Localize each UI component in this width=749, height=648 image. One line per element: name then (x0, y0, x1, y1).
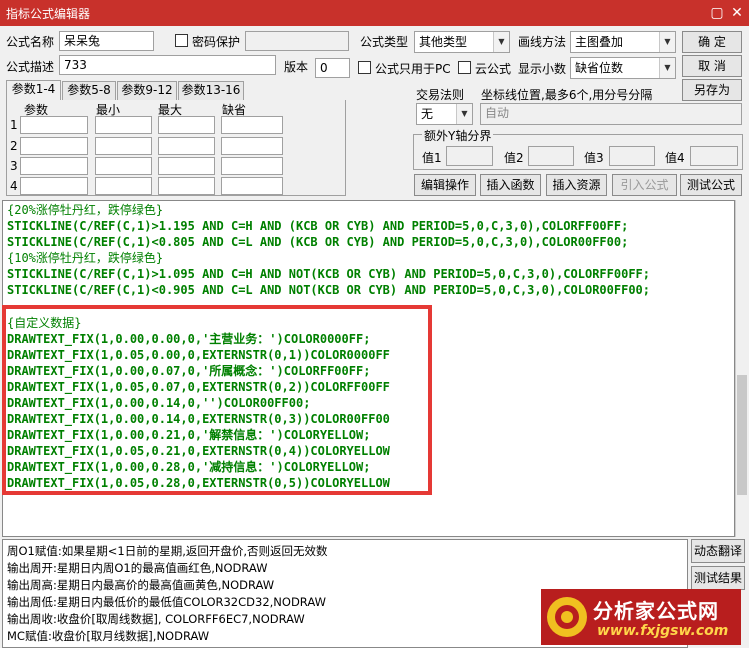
code-line: STICKLINE(C/REF(C,1)>1.095 AND C=H AND N… (7, 267, 650, 281)
chevron-down-icon: ▼ (493, 32, 509, 52)
cancel-button[interactable]: 取 消 (682, 55, 742, 77)
code-line: {10%涨停牡丹红，跌停绿色} (7, 251, 164, 265)
watermark-logo: 分析家公式网 www.fxjgsw.com (541, 589, 741, 645)
edit-ops-button[interactable]: 编辑操作 (414, 174, 476, 196)
param-row-index: 1 (10, 118, 18, 132)
logo-icon (547, 597, 587, 637)
yaxis-group-title: 额外Y轴分界 (422, 127, 494, 144)
param-max-2[interactable] (158, 137, 215, 155)
yaxis-value-1[interactable] (446, 146, 493, 166)
param-min-2[interactable] (95, 137, 152, 155)
cloud-formula-label: 云公式 (475, 62, 512, 76)
import-formula-button[interactable]: 引入公式 (612, 174, 677, 196)
highlight-box (2, 305, 432, 495)
param-name-3[interactable] (20, 157, 88, 175)
param-default-1[interactable] (221, 116, 283, 134)
param-default-2[interactable] (221, 137, 283, 155)
draw-method-label: 画线方法 (518, 35, 567, 49)
yaxis-value-2[interactable] (528, 146, 574, 166)
description-line: 周O1赋值:如果星期<1日前的星期,返回开盘价,否则返回无效数 (7, 544, 328, 558)
save-as-button[interactable]: 另存为 (682, 79, 742, 101)
code-line: {20%涨停牡丹红，跌停绿色} (7, 203, 164, 217)
tab-params-9-12[interactable]: 参数9-12 (117, 81, 177, 100)
param-row-index: 3 (10, 159, 18, 173)
formula-type-label: 公式类型 (360, 35, 409, 49)
ok-button[interactable]: 确 定 (682, 31, 742, 53)
description-line: 输出周低:星期日内最低价的最低值COLOR32CD32,NODRAW (7, 595, 326, 609)
param-default-3[interactable] (221, 157, 283, 175)
yaxis-value-3[interactable] (609, 146, 655, 166)
code-line: STICKLINE(C/REF(C,1)>1.195 AND C=H AND (… (7, 219, 629, 233)
axis-position-input[interactable]: 自动 (480, 103, 742, 125)
insert-function-button[interactable]: 插入函数 (480, 174, 541, 196)
formula-type-select[interactable]: 其他类型 ▼ (414, 31, 510, 53)
test-formula-button[interactable]: 测试公式 (680, 174, 742, 196)
insert-resource-button[interactable]: 插入资源 (546, 174, 607, 196)
password-label: 密码保护 (192, 35, 241, 49)
editor-scrollbar-thumb[interactable] (737, 375, 747, 495)
chevron-down-icon: ▼ (456, 104, 472, 124)
description-line: 输出周高:星期日内最高价的最高值画黄色,NODRAW (7, 578, 275, 592)
trade-rule-select[interactable]: 无 ▼ (416, 103, 473, 125)
code-line: STICKLINE(C/REF(C,1)<0.805 AND C=L AND (… (7, 235, 629, 249)
draw-method-select[interactable]: 主图叠加 ▼ (570, 31, 676, 53)
yaxis-label-4: 值4 (665, 151, 685, 165)
code-line: STICKLINE(C/REF(C,1)<0.905 AND C=L AND N… (7, 283, 650, 297)
param-name-4[interactable] (20, 177, 88, 195)
pc-only-label: 公式只用于PC (375, 62, 451, 76)
formula-desc-label: 公式描述 (6, 60, 55, 74)
pc-only-checkbox[interactable] (358, 61, 371, 74)
trade-rule-label: 交易法则 (416, 88, 465, 102)
axis-hint-label: 坐标线位置,最多6个,用分号分隔 (481, 88, 653, 102)
watermark-url: www.fxjgsw.com (597, 623, 729, 639)
formula-name-input[interactable]: 呆呆兔 (59, 31, 154, 51)
window-title: 指标公式编辑器 (6, 7, 91, 21)
yaxis-label-2: 值2 (504, 151, 524, 165)
dynamic-translate-button[interactable]: 动态翻译 (691, 539, 745, 563)
tab-params-5-8[interactable]: 参数5-8 (62, 81, 116, 100)
yaxis-value-4[interactable] (690, 146, 738, 166)
watermark-title: 分析家公式网 (593, 599, 719, 623)
version-label: 版本 (284, 60, 309, 74)
param-row-index: 2 (10, 139, 18, 153)
param-max-1[interactable] (158, 116, 215, 134)
version-input[interactable]: 0 (315, 58, 350, 78)
tab-params-1-4[interactable]: 参数1-4 (6, 80, 61, 100)
tab-params-13-16[interactable]: 参数13-16 (178, 81, 244, 100)
param-min-1[interactable] (95, 116, 152, 134)
password-input[interactable] (245, 31, 349, 51)
param-row-index: 4 (10, 179, 18, 193)
close-icon[interactable]: ✕ (727, 3, 747, 23)
description-line: 输出周开:星期日内周O1的最高值画红色,NODRAW (7, 561, 268, 575)
password-checkbox[interactable] (175, 34, 188, 47)
description-line: MC赋值:收盘价[取月线数据],NODRAW (7, 629, 210, 643)
title-bar: 指标公式编辑器 ▢ ✕ (0, 0, 749, 26)
param-min-4[interactable] (95, 177, 152, 195)
cloud-formula-checkbox[interactable] (458, 61, 471, 74)
formula-name-label: 公式名称 (6, 35, 55, 49)
chevron-down-icon: ▼ (659, 58, 675, 78)
decimals-select[interactable]: 缺省位数 ▼ (570, 57, 676, 79)
param-max-4[interactable] (158, 177, 215, 195)
param-max-3[interactable] (158, 157, 215, 175)
test-result-button[interactable]: 测试结果 (691, 566, 745, 590)
param-default-4[interactable] (221, 177, 283, 195)
maximize-icon[interactable]: ▢ (707, 3, 727, 23)
param-min-3[interactable] (95, 157, 152, 175)
description-line: 输出周收:收盘价[取周线数据], COLORFF6EC7,NODRAW (7, 612, 305, 626)
decimals-label: 显示小数 (518, 62, 567, 76)
param-name-2[interactable] (20, 137, 88, 155)
yaxis-label-3: 值3 (584, 151, 604, 165)
param-name-1[interactable] (20, 116, 88, 134)
formula-desc-input[interactable]: 733 (59, 55, 276, 75)
chevron-down-icon: ▼ (659, 32, 675, 52)
yaxis-label-1: 值1 (422, 151, 442, 165)
